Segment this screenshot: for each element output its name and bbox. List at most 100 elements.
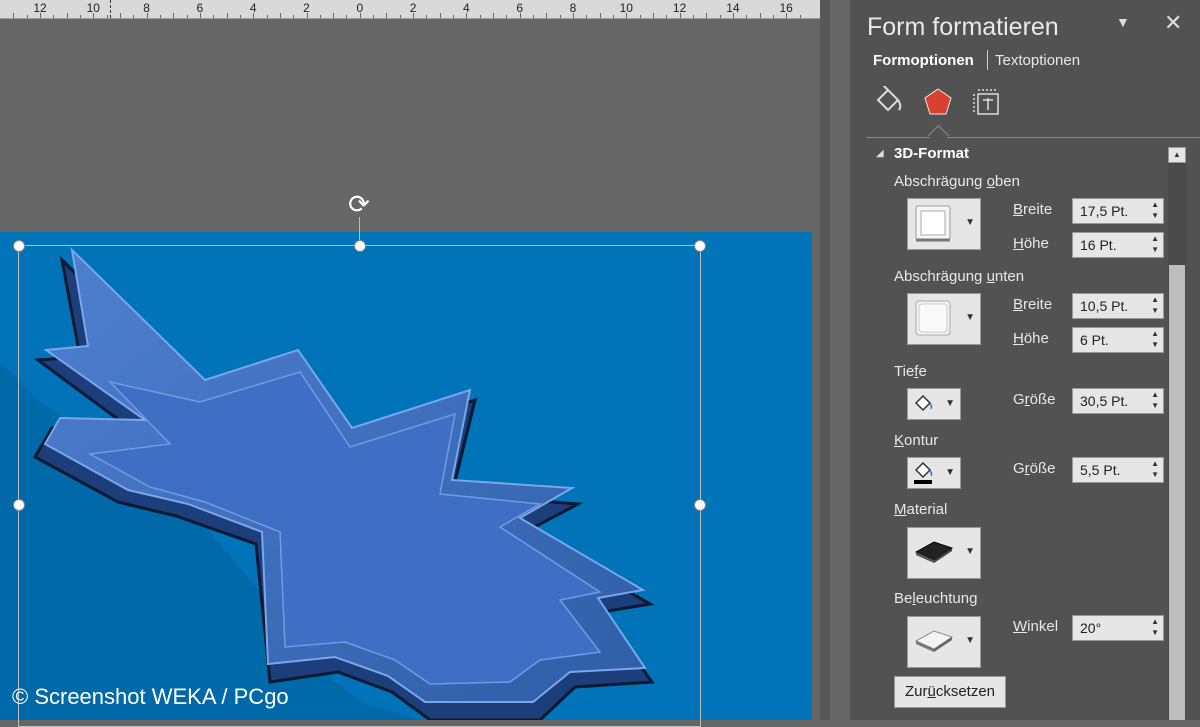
ruler-tick bbox=[533, 15, 535, 18]
ruler-tick bbox=[679, 13, 681, 18]
contour-color-button[interactable]: ▼ bbox=[907, 457, 961, 489]
category-pointer bbox=[927, 124, 950, 147]
resize-handle-left[interactable] bbox=[13, 499, 25, 511]
resize-handle-right[interactable] bbox=[694, 499, 706, 511]
lighting-angle-stepper[interactable]: 20° ▲ ▼ bbox=[1072, 615, 1164, 641]
ruler-tick bbox=[26, 15, 28, 18]
bevel-bottom-label: Abschrägung unten bbox=[894, 268, 1025, 285]
contour-size-value: 5,5 Pt. bbox=[1080, 462, 1121, 478]
ruler-tick bbox=[559, 15, 561, 18]
ruler-tick bbox=[786, 13, 788, 18]
bevel-bottom-width-label: Breite bbox=[1013, 296, 1053, 313]
ruler-tick bbox=[519, 13, 521, 18]
ruler-tick bbox=[799, 15, 801, 18]
tab-form-options[interactable]: Formoptionen bbox=[873, 52, 974, 69]
ruler-tick bbox=[119, 13, 121, 18]
ruler-tick bbox=[479, 15, 481, 18]
bevel-bottom-width-value: 10,5 Pt. bbox=[1080, 298, 1129, 314]
slide-canvas-area: 12 10 8 6 4 2 0 2 4 6 8 10 12 14 16 ⟳ © Screenshot WEK… bbox=[0, 0, 830, 727]
spinner-arrows-icon[interactable]: ▲ ▼ bbox=[1151, 616, 1159, 638]
ruler-tick bbox=[626, 13, 628, 18]
ruler-tick bbox=[666, 15, 668, 18]
format-shape-pane: Form formatieren ▼ ✕ Formoptionen Textop… bbox=[850, 0, 1200, 720]
size-properties-icon[interactable] bbox=[972, 86, 1004, 118]
contour-size-stepper[interactable]: 5,5 Pt. ▲ ▼ bbox=[1072, 457, 1164, 483]
ruler-tick bbox=[13, 13, 15, 18]
reset-button[interactable]: Zurücksetzen bbox=[894, 676, 1006, 708]
rotate-icon[interactable]: ⟳ bbox=[345, 190, 373, 218]
bevel-top-width-label: Breite bbox=[1013, 201, 1053, 218]
bevel-top-gallery[interactable]: ▼ bbox=[907, 198, 981, 250]
ruler-tick bbox=[279, 13, 281, 18]
canvas-panel-gap bbox=[820, 0, 830, 720]
ruler-tick bbox=[53, 15, 55, 18]
tab-text-options[interactable]: Textoptionen bbox=[995, 52, 1080, 69]
ruler-cursor-marker bbox=[110, 0, 112, 18]
ruler-tick bbox=[772, 15, 774, 18]
ruler-tick bbox=[506, 15, 508, 18]
depth-size-stepper[interactable]: 30,5 Pt. ▲ ▼ bbox=[1072, 388, 1164, 414]
bevel-top-height-stepper[interactable]: 16 Pt. ▲ ▼ bbox=[1072, 232, 1164, 258]
scroll-up-icon[interactable]: ▲ bbox=[1168, 147, 1186, 163]
contour-label: Kontur bbox=[894, 432, 939, 449]
lighting-label: Beleuchtung bbox=[894, 590, 978, 607]
spinner-arrows-icon[interactable]: ▲ ▼ bbox=[1151, 233, 1159, 255]
close-icon[interactable]: ✕ bbox=[1164, 10, 1182, 36]
ruler-tick bbox=[293, 15, 295, 18]
bevel-preview-icon bbox=[915, 300, 951, 336]
ruler-tick bbox=[586, 15, 588, 18]
spinner-arrows-icon[interactable]: ▲ ▼ bbox=[1151, 294, 1159, 316]
bevel-bottom-width-stepper[interactable]: 10,5 Pt. ▲ ▼ bbox=[1072, 293, 1164, 319]
pane-scrollbar[interactable]: ▲ bbox=[1168, 147, 1186, 720]
ruler-tick bbox=[692, 15, 694, 18]
ruler-tick bbox=[93, 13, 95, 18]
horizontal-ruler[interactable]: 12 10 8 6 4 2 0 2 4 6 8 10 12 14 16 bbox=[0, 0, 820, 19]
ruler-tick bbox=[639, 15, 641, 18]
slide[interactable] bbox=[0, 232, 812, 720]
ruler-tick bbox=[133, 15, 135, 18]
bevel-bottom-height-stepper[interactable]: 6 Pt. ▲ ▼ bbox=[1072, 327, 1164, 353]
depth-size-value: 30,5 Pt. bbox=[1080, 393, 1129, 409]
bevel-bottom-height-value: 6 Pt. bbox=[1080, 332, 1109, 348]
dropdown-arrow-icon: ▼ bbox=[945, 467, 955, 478]
fill-line-icon[interactable] bbox=[872, 86, 904, 118]
ruler-tick bbox=[759, 13, 761, 18]
spinner-arrows-icon[interactable]: ▲ ▼ bbox=[1151, 389, 1159, 411]
resize-handle-top-left[interactable] bbox=[13, 240, 25, 252]
scroll-thumb[interactable] bbox=[1169, 265, 1185, 720]
ruler-tick bbox=[599, 13, 601, 18]
ruler-tick bbox=[413, 13, 415, 18]
bevel-top-width-stepper[interactable]: 17,5 Pt. ▲ ▼ bbox=[1072, 198, 1164, 224]
ruler-tick bbox=[359, 13, 361, 18]
lighting-preview-icon bbox=[914, 630, 954, 652]
bevel-bottom-gallery[interactable]: ▼ bbox=[907, 293, 981, 345]
ruler-tick bbox=[466, 13, 468, 18]
spinner-arrows-icon[interactable]: ▲ ▼ bbox=[1151, 199, 1159, 221]
effects-pentagon-icon[interactable] bbox=[922, 86, 954, 118]
ruler-tick bbox=[106, 15, 108, 18]
chevron-down-icon[interactable]: ▼ bbox=[1116, 14, 1130, 30]
ruler-tick bbox=[453, 15, 455, 18]
ruler-tick bbox=[146, 13, 148, 18]
depth-color-button[interactable]: ▼ bbox=[907, 388, 961, 420]
explosion-shape[interactable] bbox=[0, 232, 812, 720]
lighting-gallery[interactable]: ▼ bbox=[907, 616, 981, 668]
section-3d-format[interactable]: 3D-Format bbox=[894, 145, 969, 162]
dropdown-arrow-icon: ▼ bbox=[965, 546, 975, 557]
ruler-tick bbox=[40, 13, 41, 18]
ruler-tick bbox=[546, 13, 548, 18]
ruler-tick bbox=[226, 13, 228, 18]
ruler-tick bbox=[719, 15, 721, 18]
category-divider bbox=[866, 137, 1200, 138]
pane-title: Form formatieren bbox=[867, 13, 1059, 41]
spinner-arrows-icon[interactable]: ▲ ▼ bbox=[1151, 458, 1159, 480]
paint-bucket-icon bbox=[914, 394, 933, 412]
resize-handle-top-right[interactable] bbox=[694, 240, 706, 252]
material-gallery[interactable]: ▼ bbox=[907, 527, 981, 579]
ruler-tick bbox=[612, 15, 614, 18]
collapse-triangle-icon[interactable]: ◢ bbox=[876, 148, 884, 159]
ruler-tick bbox=[706, 13, 708, 18]
resize-handle-top[interactable] bbox=[354, 240, 366, 252]
spinner-arrows-icon[interactable]: ▲ ▼ bbox=[1151, 328, 1159, 350]
ruler-tick bbox=[266, 15, 268, 18]
